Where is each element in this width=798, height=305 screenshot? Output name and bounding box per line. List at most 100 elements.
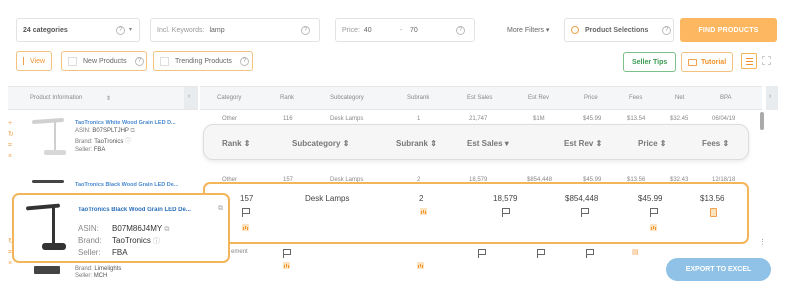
- copy-icon[interactable]: ⧉: [218, 205, 223, 213]
- hl-est-sales: 18,579: [493, 194, 518, 203]
- col-subcategory[interactable]: Subcategory: [330, 95, 364, 101]
- sticky-col-est-sales[interactable]: Est Sales ▾: [467, 139, 509, 148]
- seller-line: Seller: FBA: [75, 147, 195, 153]
- price-max[interactable]: 70: [410, 27, 418, 34]
- help-icon[interactable]: ?: [662, 26, 671, 35]
- more-filters-button[interactable]: More Filters ▾: [507, 26, 549, 34]
- col-est-sales[interactable]: Est Sales: [467, 95, 492, 101]
- product-image[interactable]: [28, 116, 68, 162]
- sticky-col-est-rev[interactable]: Est Rev ⇕: [564, 139, 602, 148]
- sticky-col-subrank-label: Subrank: [396, 139, 429, 148]
- col-subrank[interactable]: Subrank: [407, 95, 429, 101]
- hl-price: $45.99: [638, 194, 663, 203]
- add-icon[interactable]: +: [8, 118, 16, 129]
- seller-tips-button[interactable]: Seller Tips: [623, 52, 677, 72]
- help-icon[interactable]: ⓘ: [153, 238, 160, 245]
- sticky-col-price[interactable]: Price ⇕: [638, 139, 667, 148]
- help-icon[interactable]: ?: [116, 26, 125, 35]
- chart-icon[interactable]: [650, 224, 657, 231]
- seller-label: Seller:: [78, 248, 101, 257]
- chart-icon[interactable]: [417, 262, 424, 269]
- copy-icon[interactable]: ⧉: [130, 128, 134, 134]
- col-rank[interactable]: Rank: [280, 95, 294, 101]
- scroll-left-button[interactable]: ‹: [184, 87, 198, 109]
- help-icon[interactable]: ?: [240, 57, 249, 66]
- flag-icon[interactable]: [586, 249, 594, 258]
- sticky-column-header: Rank ⇕ Subcategory ⇕ Subrank ⇕ Est Sales…: [203, 124, 749, 160]
- sticky-col-subrank[interactable]: Subrank ⇕: [396, 139, 437, 148]
- price-range-input[interactable]: Price: 40 - 70 ?: [335, 18, 475, 42]
- product-info-header-label[interactable]: Product Information: [30, 95, 82, 101]
- chevron-left-icon: ‹: [188, 93, 191, 100]
- col-category[interactable]: Category: [217, 95, 241, 101]
- checkbox[interactable]: [160, 56, 169, 66]
- help-icon[interactable]: ?: [456, 26, 465, 35]
- calculator-icon[interactable]: ▤: [632, 248, 639, 256]
- col-fees[interactable]: Fees: [629, 95, 642, 101]
- find-products-button[interactable]: FIND PRODUCTS: [680, 18, 777, 42]
- calculator-icon[interactable]: [710, 208, 717, 217]
- flag-icon[interactable]: [242, 208, 250, 217]
- copy-icon[interactable]: ⧉: [164, 226, 169, 233]
- chart-icon[interactable]: [420, 208, 427, 215]
- lamp-base: [42, 243, 66, 250]
- list-view-button[interactable]: [741, 53, 757, 69]
- seller-value: FBA: [112, 248, 128, 257]
- product-selections-button[interactable]: Product Selections ?: [564, 18, 674, 42]
- remove-icon[interactable]: ×: [8, 151, 16, 162]
- col-bpa[interactable]: BPA: [720, 95, 732, 101]
- col-price[interactable]: Price: [584, 95, 598, 101]
- cell-net: $32.45: [670, 116, 689, 122]
- refresh-icon[interactable]: ↻: [8, 129, 16, 140]
- view-button[interactable]: View: [16, 51, 53, 71]
- lamp-head: [31, 117, 65, 125]
- new-products-toggle[interactable]: New Products ?: [61, 51, 147, 71]
- help-icon[interactable]: ?: [301, 26, 310, 35]
- highlighted-product-card[interactable]: TaoTronics Black Wood Grain LED De... ⧉ …: [12, 193, 230, 263]
- tutorial-button[interactable]: Tutorial: [681, 52, 734, 72]
- more-icon[interactable]: ⋮: [759, 238, 766, 246]
- help-icon[interactable]: ?: [135, 57, 144, 66]
- vertical-scrollbar-thumb[interactable]: [760, 112, 764, 130]
- product-image[interactable]: [30, 264, 64, 278]
- checkbox[interactable]: [68, 56, 77, 66]
- chart-icon[interactable]: ⌗: [8, 140, 16, 151]
- view-label: View: [30, 57, 46, 65]
- help-icon[interactable]: ⓘ: [125, 139, 131, 145]
- table-header: Category Rank Subcategory Subrank Est Sa…: [200, 86, 762, 110]
- row-actions: + ↻ ⌗ ×: [8, 118, 16, 162]
- hl-subcategory: Desk Lamps: [305, 194, 350, 203]
- flag-icon[interactable]: [283, 249, 291, 258]
- flag-icon[interactable]: [581, 208, 589, 217]
- category-select[interactable]: 24 categories ? ▾: [16, 18, 140, 42]
- col-net[interactable]: Net: [675, 95, 684, 101]
- grid-view-button[interactable]: [762, 56, 771, 65]
- flag-icon[interactable]: [537, 249, 545, 258]
- product-image[interactable]: [28, 176, 68, 190]
- sticky-col-subcategory[interactable]: Subcategory ⇕: [292, 139, 349, 148]
- sticky-col-rank[interactable]: Rank ⇕: [222, 139, 251, 148]
- brand-line: Brand: Limelights: [75, 266, 195, 272]
- highlighted-row[interactable]: 157 Desk Lamps 2 18,579 $854,448 $45.99 …: [203, 182, 749, 244]
- export-to-excel-button[interactable]: EXPORT TO EXCEL: [666, 258, 771, 281]
- more-filters-label: More Filters: [507, 27, 544, 34]
- chart-icon[interactable]: [283, 262, 290, 269]
- product-title[interactable]: TaoTronics White Wood Grain LED D...: [75, 120, 195, 126]
- lamp-arm: [52, 207, 55, 245]
- sticky-col-fees[interactable]: Fees ⇕: [702, 139, 729, 148]
- flag-icon[interactable]: [650, 208, 658, 217]
- cell-est-sales: 21,747: [469, 116, 488, 122]
- keywords-input[interactable]: Incl. Keywords: lamp ?: [150, 18, 320, 42]
- trending-products-toggle[interactable]: Trending Products ?: [153, 51, 253, 71]
- asin-label: ASIN:: [78, 224, 99, 233]
- product-info: TaoTronics Black Wood Grain LED De...: [75, 182, 195, 188]
- product-title[interactable]: TaoTronics Black Wood Grain LED De...: [78, 207, 212, 213]
- scroll-right-button[interactable]: ›: [766, 86, 778, 110]
- seller-label: Seller:: [75, 146, 93, 153]
- price-min[interactable]: 40: [364, 27, 372, 34]
- chart-icon[interactable]: [242, 224, 249, 231]
- flag-icon[interactable]: [502, 208, 510, 217]
- col-est-rev[interactable]: Est Rev: [528, 95, 549, 101]
- flag-icon[interactable]: [478, 249, 486, 258]
- product-title[interactable]: TaoTronics Black Wood Grain LED De...: [75, 182, 195, 188]
